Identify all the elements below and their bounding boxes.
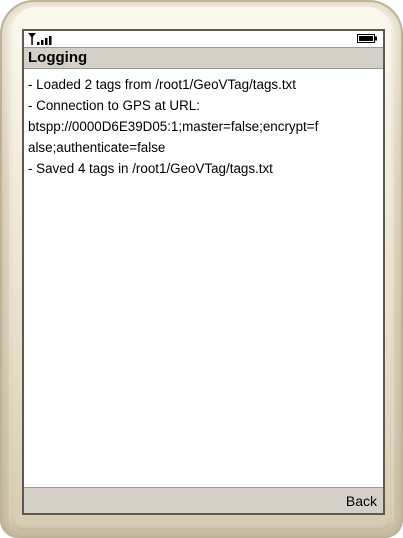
- signal-strength-icon: [28, 33, 52, 45]
- battery-icon: [357, 34, 377, 43]
- softkey-bar: Back: [24, 487, 383, 513]
- log-line: - Saved 4 tags in /root1/GeoVTag/tags.tx…: [28, 161, 273, 176]
- status-bar: [24, 31, 383, 47]
- title-bar: Logging: [24, 47, 383, 69]
- phone-screen: Logging - Loaded 2 tags from /root1/GeoV…: [22, 29, 385, 515]
- screen-title: Logging: [28, 49, 88, 66]
- log-line: alse;authenticate=false: [28, 140, 166, 155]
- back-softkey[interactable]: Back: [346, 493, 377, 509]
- log-list: - Loaded 2 tags from /root1/GeoVTag/tags…: [28, 74, 380, 179]
- log-line: - Connection to GPS at URL:: [28, 98, 200, 113]
- log-line: btspp://0000D6E39D05:1;master=false;encr…: [28, 119, 319, 134]
- log-line: - Loaded 2 tags from /root1/GeoVTag/tags…: [28, 77, 296, 92]
